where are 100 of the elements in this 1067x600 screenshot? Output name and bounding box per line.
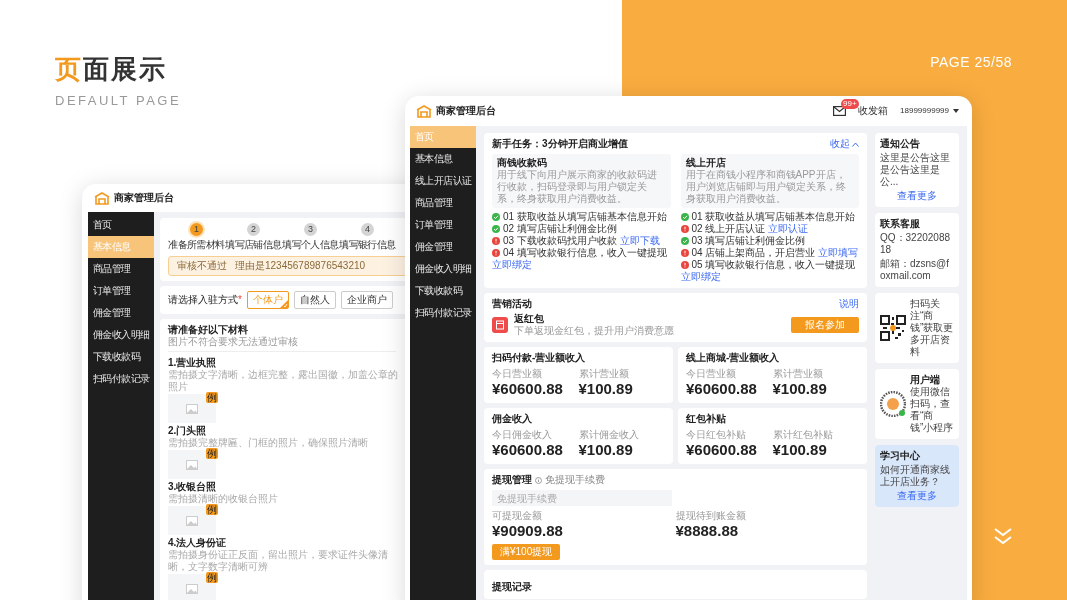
step-number: 1 <box>190 223 203 236</box>
image-icon <box>186 583 198 594</box>
box-title: 商钱收款码 <box>497 157 548 169</box>
sidebar-item[interactable]: 首页 <box>88 214 154 236</box>
card-title: 营销活动 <box>492 298 532 310</box>
upload-placeholder[interactable]: 例 <box>168 506 216 535</box>
sidebar-item[interactable]: 商品管理 <box>410 192 476 214</box>
task-text: 02 线上开店认证 <box>691 223 766 235</box>
sidebar-item[interactable]: 订单管理 <box>410 214 476 236</box>
mail-icon[interactable] <box>833 106 847 116</box>
more-link[interactable]: 查看更多 <box>880 490 954 502</box>
box-title: 线上开店 <box>685 157 727 169</box>
option-button[interactable]: 自然人 <box>293 291 336 309</box>
stat-value: ¥8888.88 <box>675 522 740 540</box>
material-hint: 需拍摄文字清晰，边框完整，露出国徽，加盖公章的照片 <box>168 369 398 393</box>
task-link[interactable]: 立即认证 <box>768 223 809 235</box>
card-title: 佣金收入 <box>492 413 533 425</box>
stat-label: 提现待到账金额 <box>675 510 747 522</box>
material-title: 2.门头照 <box>168 425 207 437</box>
stat-value: ¥90909.88 <box>492 522 564 540</box>
step-number: 2 <box>247 223 260 236</box>
sidebar-item[interactable]: 扫码付款记录 <box>410 302 476 324</box>
material-title: 4.法人身份证 <box>168 537 227 549</box>
alert-reason: 理由是123456789876543210 <box>235 260 366 272</box>
example-badge: 例 <box>206 572 218 583</box>
page-number: PAGE 25/58 <box>930 54 1012 70</box>
upload-placeholder[interactable]: 例 <box>168 574 216 600</box>
contact-email: 邮箱：dzsns@foxmail.com <box>880 258 951 282</box>
sidebar-item[interactable]: 佣金收入明细 <box>410 258 476 280</box>
material-hint: 需拍摄身份证正反面，留出照片，要求证件头像清晰，文字数字清晰可辨 <box>168 549 389 573</box>
task-link[interactable]: 立即下载 <box>619 235 660 247</box>
notice-text: 这里是公告这里是公告这里是公... <box>880 152 951 188</box>
step-label: 准备所需材料 <box>168 239 225 251</box>
qr-text: 扫码关注“商钱”获取更多开店资料 <box>910 298 954 358</box>
account-name[interactable]: 18999999999 <box>900 106 949 116</box>
sidebar-item[interactable]: 佣金管理 <box>88 302 154 324</box>
example-badge: 例 <box>206 504 218 515</box>
step-number: 4 <box>361 223 374 236</box>
input-field[interactable]: 免提现手续费 <box>492 490 672 506</box>
logo-icon <box>416 104 432 118</box>
upload-placeholder[interactable]: 例 <box>168 450 216 479</box>
card-title: 提现记录 <box>492 581 532 592</box>
section-title: 请准备好以下材料 <box>168 324 248 336</box>
caret-icon[interactable] <box>953 109 959 113</box>
slide-subtitle: DEFAULT PAGE <box>55 93 182 108</box>
task-text: 03 下载收款码找用户收款 <box>503 235 617 247</box>
example-badge: 例 <box>206 448 218 459</box>
stat-value: ¥100.89 <box>578 441 634 459</box>
fee-hint: 免提现手续费 <box>545 474 605 486</box>
alert-status: 审核不通过 <box>177 260 227 272</box>
image-icon <box>186 403 198 414</box>
task-link[interactable]: 立即填写 <box>818 247 859 259</box>
promo-name: 返红包 <box>514 313 545 325</box>
chevron-up-icon <box>852 141 859 147</box>
inbox-label: 收发箱 <box>858 105 889 117</box>
slide-title: 页面展示 <box>55 53 168 86</box>
image-icon <box>186 459 198 470</box>
stat-label: 累计营业额 <box>578 368 630 380</box>
example-badge: 例 <box>206 392 218 403</box>
stat-label: 今日营业额 <box>686 368 737 380</box>
more-link[interactable]: 查看更多 <box>880 190 954 202</box>
app-title: 商家管理后台 <box>114 192 174 204</box>
task-text: 02 填写店铺让利佣金比例 <box>503 223 617 235</box>
count-badge: 99+ <box>841 99 859 109</box>
sidebar-item[interactable]: 佣金管理 <box>410 236 476 258</box>
sidebar-item[interactable]: 线上开店认证 <box>410 170 476 192</box>
sidebar-item[interactable]: 基本信息 <box>410 148 476 170</box>
task-link[interactable]: 立即绑定 <box>492 259 532 271</box>
stat-label: 今日红包补贴 <box>686 429 747 441</box>
task-link[interactable]: 立即绑定 <box>680 271 721 283</box>
card-title: 联系客服 <box>880 218 921 230</box>
option-button[interactable]: 企业商户 <box>340 291 393 309</box>
stat-value: ¥60600.88 <box>686 380 758 398</box>
task-text: 04 填写收款银行信息，收入一键提现 <box>503 247 667 259</box>
sidebar-item[interactable]: 佣金收入明细 <box>88 324 154 346</box>
step-number: 3 <box>304 223 317 236</box>
info-link[interactable]: 说明 <box>839 298 859 310</box>
round-code-icon <box>880 391 906 417</box>
stat-value: ¥60600.88 <box>492 441 564 459</box>
card-title: 用户端 <box>910 374 941 386</box>
contact-qq: QQ：3220208818 <box>880 232 952 256</box>
envelope-icon <box>492 317 508 333</box>
sidebar-item[interactable]: 订单管理 <box>88 280 154 302</box>
stat-value: ¥100.89 <box>772 441 828 459</box>
sidebar-item[interactable]: 扫码付款记录 <box>88 368 154 390</box>
sidebar-item[interactable]: 下载收款码 <box>88 346 154 368</box>
stat-label: 累计红包补贴 <box>772 429 834 441</box>
stat-label: 今日营业额 <box>492 368 543 380</box>
sidebar-item[interactable]: 商品管理 <box>88 258 154 280</box>
material-title: 3.收银台照 <box>168 481 217 493</box>
stat-value: ¥100.89 <box>772 380 828 398</box>
user-app-text: 使用微信扫码，查看“商钱”小程序 <box>910 386 954 434</box>
stat-value: ¥60600.88 <box>492 380 564 398</box>
box-description: 用于在商钱小程序和商钱APP开店，用户浏览店铺即与用户锁定关系，终身获取用户消费收益。 <box>685 169 847 205</box>
collapse-link[interactable]: 收起 <box>830 138 859 150</box>
stat-label: 累计佣金收入 <box>578 429 640 441</box>
upload-placeholder[interactable]: 例 <box>168 394 216 423</box>
material-hint: 需拍摄完整牌匾、门框的照片，确保照片清晰 <box>168 437 369 449</box>
stat-label: 今日佣金收入 <box>492 429 553 441</box>
sidebar-item[interactable]: 下载收款码 <box>410 280 476 302</box>
